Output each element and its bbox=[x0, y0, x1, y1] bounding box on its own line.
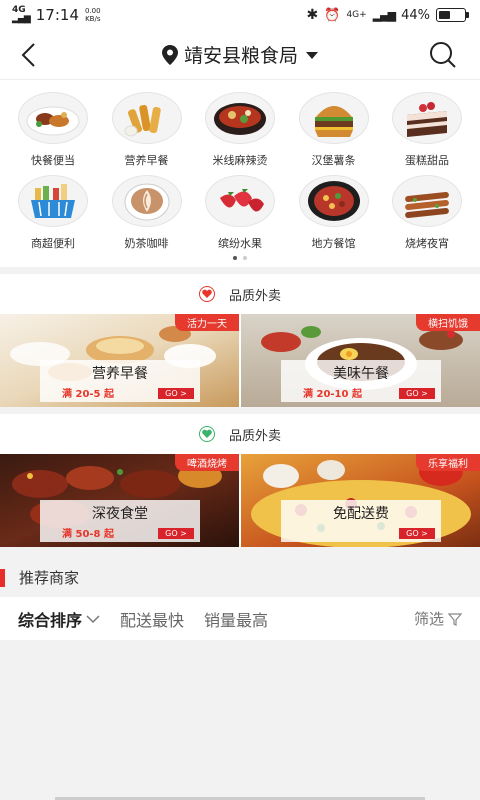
burger-icon bbox=[298, 92, 369, 144]
accent-bar bbox=[0, 568, 5, 587]
heart-icon bbox=[198, 286, 215, 302]
go-button[interactable]: GO > bbox=[158, 388, 194, 399]
network-right-indicator: 4G+ bbox=[346, 10, 367, 20]
go-button[interactable]: GO > bbox=[399, 388, 435, 399]
page-dot bbox=[243, 256, 247, 260]
search-icon bbox=[430, 42, 456, 68]
promo-tag: 啤酒烧烤 bbox=[175, 454, 239, 471]
section-header-quality-delivery: 品质外卖 bbox=[0, 274, 480, 314]
promo-lunch[interactable]: 横扫饥饿 美味午餐 满 20-10 起 GO > bbox=[241, 314, 480, 407]
sort-filter-bar: 综合排序 配送最快 销量最高 筛选 bbox=[0, 597, 480, 640]
category-local-restaurant[interactable]: 地方餐馆 bbox=[288, 175, 380, 251]
category-supermarket[interactable]: 商超便利 bbox=[7, 175, 99, 251]
battery-icon bbox=[436, 8, 469, 22]
sales-label: 销量最高 bbox=[204, 610, 269, 630]
promo-discount: 满 20-10 起 bbox=[303, 389, 362, 400]
sort-top-sales[interactable]: 销量最高 bbox=[204, 607, 268, 631]
promo-free-delivery[interactable]: 乐享福利 免配送费 GO > bbox=[241, 454, 480, 547]
promo-row-2: 啤酒烧烤 深夜食堂 满 50-8 起 GO > 乐享福利 免配送费 GO > bbox=[0, 454, 480, 547]
merchant-list-area bbox=[0, 640, 480, 800]
promo-title: 美味午餐 bbox=[333, 366, 389, 382]
category-burger[interactable]: 汉堡薯条 bbox=[288, 92, 380, 168]
sort-label: 综合排序 bbox=[18, 610, 83, 630]
fastest-label: 配送最快 bbox=[120, 610, 185, 630]
clock: 17:14 bbox=[35, 6, 79, 24]
category-grid: 快餐便当 营养早餐 米线麻辣烫 汉堡薯条 蛋糕甜品 商超便利 奶茶咖啡 缤纷水果… bbox=[0, 80, 480, 267]
recommended-merchants-header: 推荐商家 bbox=[0, 559, 480, 596]
promo-tag: 横扫饥饿 bbox=[416, 314, 480, 331]
promo-card: 美味午餐 满 20-10 起 GO > bbox=[281, 360, 441, 402]
promo-discount: 满 50-8 起 bbox=[62, 529, 114, 540]
sort-comprehensive[interactable]: 综合排序 bbox=[18, 607, 100, 631]
cake-icon bbox=[392, 92, 462, 144]
category-noodles[interactable]: 米线麻辣烫 bbox=[194, 92, 286, 168]
back-button[interactable] bbox=[14, 40, 44, 70]
promo-title: 免配送费 bbox=[333, 506, 389, 522]
category-cake[interactable]: 蛋糕甜品 bbox=[381, 92, 473, 168]
location-name: 靖安县粮食局 bbox=[183, 45, 298, 67]
location-pin-icon bbox=[161, 44, 178, 65]
section-title: 品质外卖 bbox=[228, 288, 281, 304]
category-coffee[interactable]: 奶茶咖啡 bbox=[101, 175, 193, 251]
page-dot-active bbox=[233, 256, 237, 260]
promo-breakfast[interactable]: 活力一天 营养早餐 满 20-5 起 GO > bbox=[0, 314, 239, 407]
promo-tag: 乐享福利 bbox=[416, 454, 480, 471]
supermarket-basket-icon bbox=[18, 175, 88, 227]
breakfast-icon bbox=[111, 92, 182, 144]
heart-icon bbox=[198, 426, 215, 442]
chevron-left-icon bbox=[21, 43, 35, 67]
filter-label: 筛选 bbox=[413, 610, 444, 628]
location-selector[interactable]: 靖安县粮食局 bbox=[161, 41, 318, 68]
signal-icon: ▂▄▆ bbox=[372, 8, 396, 22]
promo-late-night[interactable]: 啤酒烧烤 深夜食堂 满 50-8 起 GO > bbox=[0, 454, 239, 547]
go-button[interactable]: GO > bbox=[158, 528, 194, 539]
promo-card: 深夜食堂 满 50-8 起 GO > bbox=[40, 500, 200, 542]
bluetooth-icon: ✱ bbox=[306, 7, 319, 23]
page-indicator bbox=[0, 256, 480, 260]
category-fruit[interactable]: 缤纷水果 bbox=[194, 175, 286, 251]
status-bar: 4G ▂▄▆ 17:14 0.00 KB/s ✱ ⏰ 4G+ ▂▄▆ 44% bbox=[0, 0, 480, 30]
hotpot-icon bbox=[205, 92, 275, 144]
network-indicator: 4G ▂▄▆ bbox=[12, 5, 31, 24]
battery-percent: 44% bbox=[401, 7, 430, 23]
local-dish-icon bbox=[298, 175, 369, 227]
section-header-quality-delivery-2: 品质外卖 bbox=[0, 414, 480, 454]
section-title: 品质外卖 bbox=[228, 428, 281, 444]
bbq-icon bbox=[392, 175, 462, 227]
chevron-down-icon bbox=[86, 614, 100, 623]
promo-card: 营养早餐 满 20-5 起 GO > bbox=[40, 360, 200, 402]
category-fast-food[interactable]: 快餐便当 bbox=[7, 92, 99, 168]
search-button[interactable] bbox=[428, 40, 458, 70]
go-button[interactable]: GO > bbox=[399, 528, 435, 539]
fast-food-icon bbox=[18, 92, 88, 144]
promo-title: 深夜食堂 bbox=[92, 506, 148, 522]
promo-title: 营养早餐 bbox=[92, 366, 148, 382]
category-breakfast[interactable]: 营养早餐 bbox=[101, 92, 193, 168]
coffee-icon bbox=[111, 175, 182, 227]
recommended-title: 推荐商家 bbox=[19, 569, 80, 587]
promo-row-1: 活力一天 营养早餐 满 20-5 起 GO > 横扫饥饿 美味午餐 满 20-1… bbox=[0, 314, 480, 407]
sort-fastest-delivery[interactable]: 配送最快 bbox=[120, 607, 184, 631]
promo-card: 免配送费 GO > bbox=[281, 500, 441, 542]
network-speed: 0.00 KB/s bbox=[85, 7, 101, 23]
filter-funnel-icon bbox=[448, 612, 462, 626]
alarm-icon: ⏰ bbox=[324, 7, 341, 23]
filter-button[interactable]: 筛选 bbox=[414, 608, 462, 629]
promo-tag: 活力一天 bbox=[175, 314, 239, 331]
category-bbq[interactable]: 烧烤夜宵 bbox=[381, 175, 473, 251]
strawberry-icon bbox=[205, 175, 275, 227]
promo-discount: 满 20-5 起 bbox=[62, 389, 114, 400]
top-nav-bar: 靖安县粮食局 bbox=[0, 30, 480, 80]
caret-down-icon bbox=[306, 52, 318, 59]
